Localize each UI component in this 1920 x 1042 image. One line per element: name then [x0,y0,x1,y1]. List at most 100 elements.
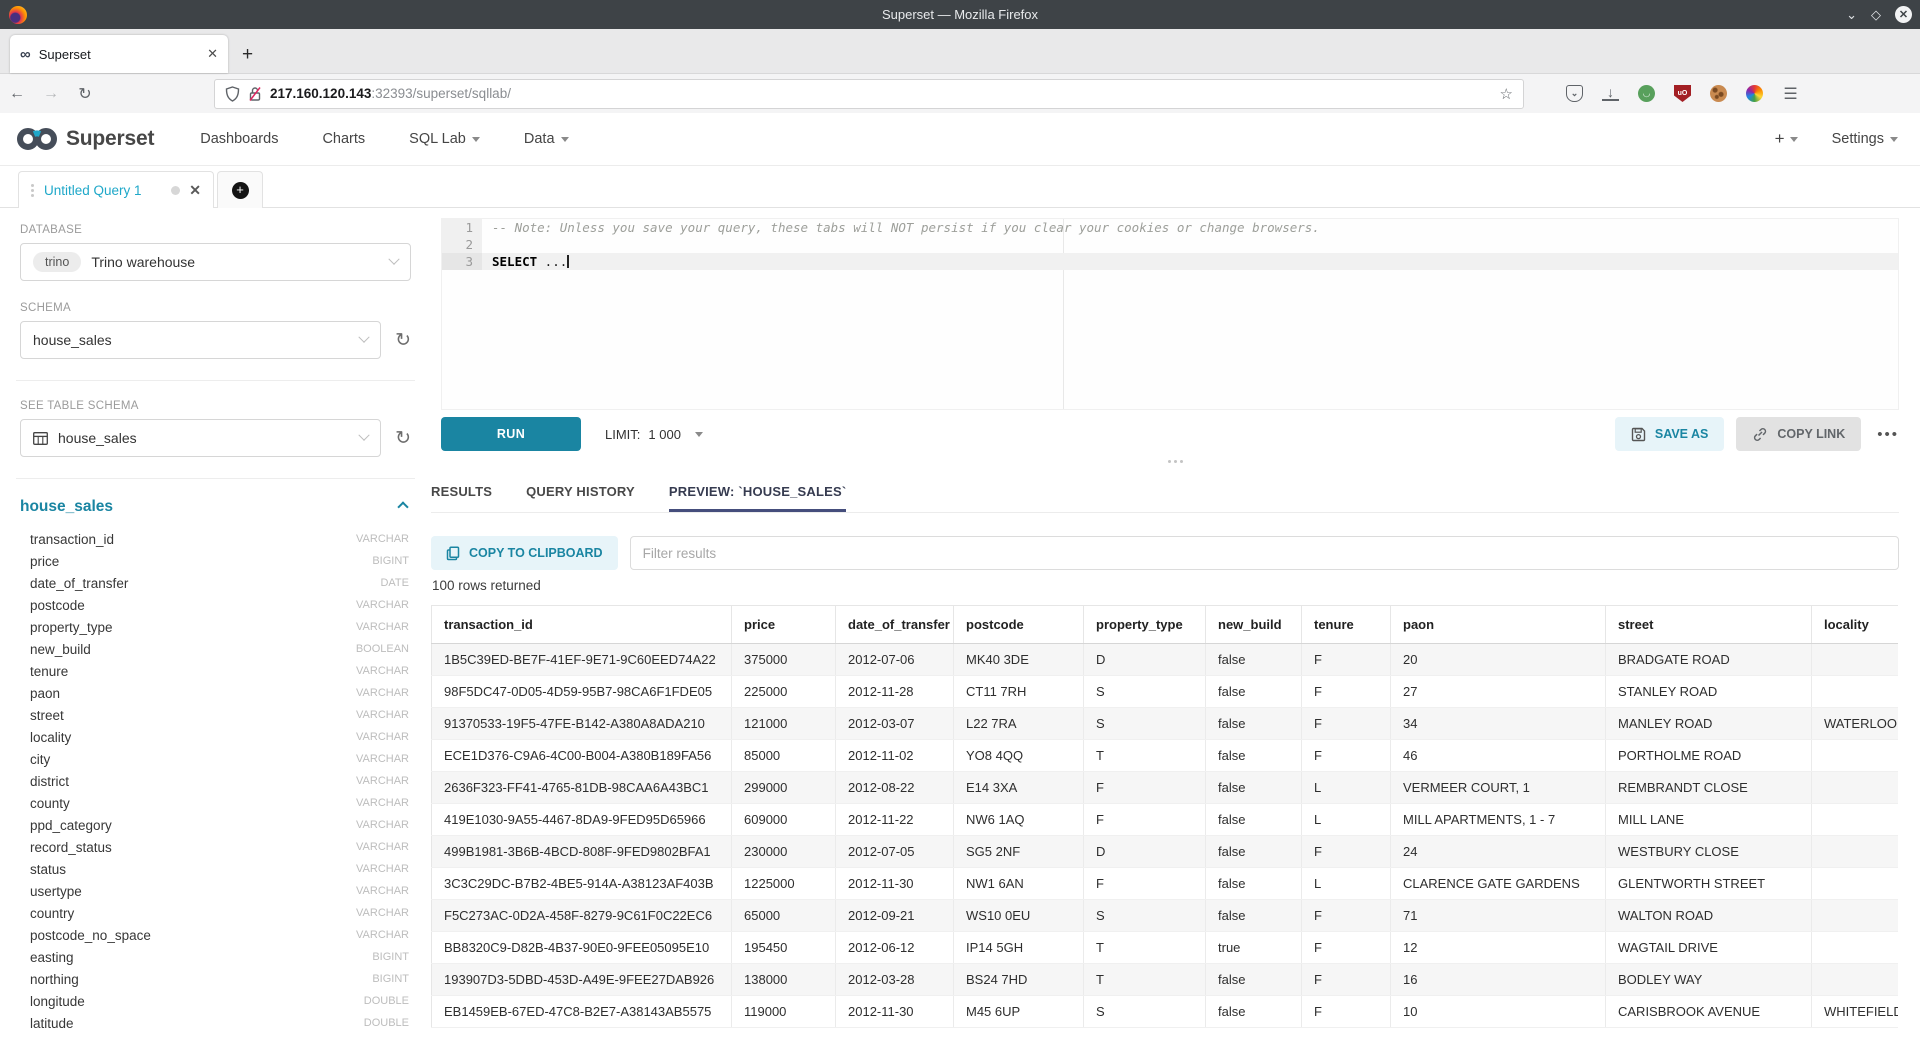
schema-select[interactable]: house_sales [20,321,381,359]
table-cell: false [1206,772,1302,804]
tab-preview-house-sales[interactable]: PREVIEW: `HOUSE_SALES` [669,484,847,512]
table-header-cell[interactable]: street [1606,606,1812,644]
save-as-button[interactable]: SAVE AS [1615,417,1725,451]
table-cell: 499B1981-3B6B-4BCD-808F-9FED9802BFA1 [432,836,732,868]
refresh-table-icon[interactable]: ↻ [395,429,411,448]
table-cell: 138000 [732,964,836,996]
ublock-icon[interactable]: uO [1674,85,1691,102]
table-header-cell[interactable]: property_type [1084,606,1206,644]
back-icon[interactable]: ← [0,85,34,103]
table-cell: WESTBURY CLOSE [1606,836,1812,868]
chevron-up-icon[interactable] [397,501,408,512]
new-tab-button[interactable]: + [242,44,253,66]
column-type: VARCHAR [356,731,409,743]
table-cell: T [1084,932,1206,964]
column-type: DOUBLE [364,995,409,1007]
sql-editor[interactable]: 1 -- Note: Unless you save your query, t… [441,218,1899,410]
column-name: county [30,796,356,811]
table-cell: 193907D3-5DBD-453D-A49E-9FEE27DAB926 [432,964,732,996]
insecure-lock-icon[interactable] [248,86,262,102]
caret-down-icon [472,137,480,142]
table-row: 3C3C29DC-B7B2-4BE5-914A-A38123AF403B1225… [432,868,1899,900]
reload-icon[interactable]: ↻ [68,84,102,104]
results-tabbar: RESULTS QUERY HISTORY PREVIEW: `HOUSE_SA… [431,472,1899,513]
app-header: Superset Dashboards Charts SQL Lab Data … [0,113,1920,166]
refresh-schema-icon[interactable]: ↻ [395,331,411,350]
editor-toolbar: RUN LIMIT: 1 000 SAVE AS COPY LINK ••• [441,416,1899,452]
nav-sql-lab[interactable]: SQL Lab [409,131,480,147]
table-cell [1812,900,1899,932]
table-header-cell[interactable]: postcode [954,606,1084,644]
bookmark-star-icon[interactable]: ☆ [1500,85,1513,103]
filter-results-input[interactable] [630,536,1899,570]
nav-charts[interactable]: Charts [322,131,365,147]
tab-results[interactable]: RESULTS [431,484,492,512]
table-cell: M45 6UP [954,996,1084,1028]
table-cell: 20 [1391,644,1606,676]
schema-column-row: new_buildBOOLEAN [20,638,411,660]
limit-dropdown[interactable]: LIMIT: 1 000 [605,427,703,442]
table-header-cell[interactable]: date_of_transfer [836,606,954,644]
downloads-icon[interactable]: ↓ [1602,86,1619,101]
table-schema-select-value: house_sales [58,430,350,446]
nav-data[interactable]: Data [524,131,569,147]
column-type: VARCHAR [356,533,409,545]
tab-close-icon[interactable]: ✕ [207,46,218,62]
new-item-button[interactable]: + [1775,129,1798,149]
schema-select-value: house_sales [33,332,350,348]
query-tab-close-icon[interactable]: ✕ [189,182,201,199]
column-type: BIGINT [372,555,409,567]
menu-icon[interactable]: ☰ [1782,85,1799,102]
row-count-text: 100 rows returned [432,578,541,593]
superset-logo[interactable]: Superset [16,124,154,154]
column-name: postcode [30,598,356,613]
table-cell: 2636F323-FF41-4765-81DB-98CAA6A43BC1 [432,772,732,804]
table-cell: false [1206,708,1302,740]
tracking-shield-icon[interactable] [225,86,240,102]
run-button[interactable]: RUN [441,417,581,451]
table-cell: true [1206,932,1302,964]
url-input[interactable]: 217.160.120.143:32393/superset/sqllab/ ☆ [214,79,1524,109]
maximize-icon[interactable]: ◇ [1871,8,1881,21]
table-header-cell[interactable]: tenure [1302,606,1391,644]
query-tab[interactable]: Untitled Query 1 ✕ [18,171,214,208]
table-header-cell[interactable]: paon [1391,606,1606,644]
table-schema-select[interactable]: house_sales [20,419,381,457]
database-select[interactable]: trino Trino warehouse [20,243,411,281]
add-query-tab-button[interactable]: + [217,171,263,208]
table-title[interactable]: house_sales [20,498,399,516]
pane-resize-handle[interactable] [431,456,1920,466]
settings-menu[interactable]: Settings [1832,131,1898,147]
browser-tab[interactable]: ∞ Superset ✕ [10,35,228,73]
column-type: BIGINT [372,951,409,963]
table-cell: D [1084,644,1206,676]
table-cell: S [1084,996,1206,1028]
table-cell: false [1206,804,1302,836]
privacy-extension-icon[interactable]: ◡ [1638,85,1655,102]
copy-link-button[interactable]: COPY LINK [1736,417,1861,451]
close-icon[interactable]: ✕ [1895,6,1912,23]
table-header-cell[interactable]: locality [1812,606,1899,644]
table-cell: false [1206,740,1302,772]
copy-to-clipboard-button[interactable]: COPY TO CLIPBOARD [431,536,618,570]
table-row: 2636F323-FF41-4765-81DB-98CAA6A43BC12990… [432,772,1899,804]
colorful-extension-icon[interactable] [1746,85,1763,102]
table-cell: F [1302,676,1391,708]
table-cell: MK40 3DE [954,644,1084,676]
table-header-cell[interactable]: price [732,606,836,644]
column-type: VARCHAR [356,819,409,831]
pocket-icon[interactable]: ⌄ [1566,85,1583,102]
forward-icon[interactable]: → [34,85,68,103]
table-header-cell[interactable]: transaction_id [432,606,732,644]
table-header-cell[interactable]: new_build [1206,606,1302,644]
cookie-extension-icon[interactable] [1710,85,1727,102]
more-options-icon[interactable]: ••• [1877,426,1899,443]
minimize-icon[interactable]: ⌄ [1846,8,1857,21]
column-type: BOOLEAN [356,643,409,655]
brand-name: Superset [66,127,154,151]
table-cell [1812,740,1899,772]
drag-handle-icon[interactable] [31,182,35,199]
tab-query-history[interactable]: QUERY HISTORY [526,484,635,512]
nav-dashboards[interactable]: Dashboards [200,131,278,147]
schema-column-row: countyVARCHAR [20,792,411,814]
